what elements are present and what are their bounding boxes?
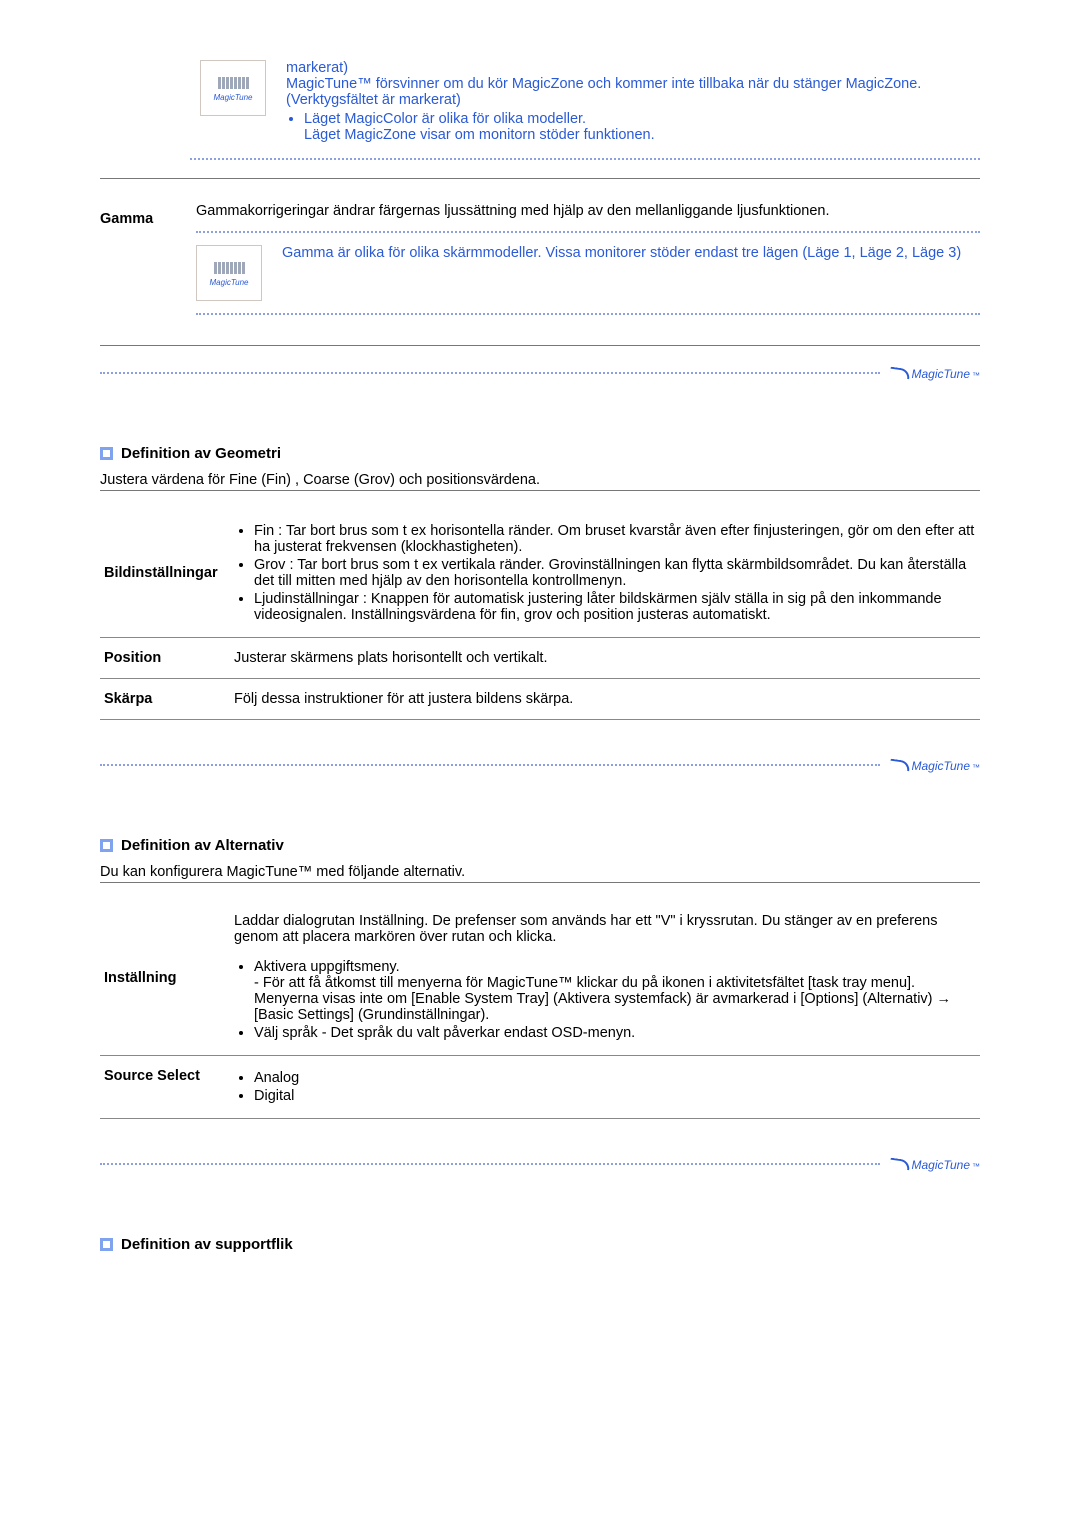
alternativ-intro: Du kan konfigurera MagicTune™ med följan… [100,864,980,880]
magiczone-note-text: MagicTune™ försvinner om du kör MagicZon… [286,76,980,108]
term-skarpa: Skärpa [100,679,230,720]
list-item: Grov : Tar bort brus som t ex vertikala … [254,557,976,589]
support-title: Definition av supportflik [121,1236,293,1253]
swoosh-icon [890,756,910,770]
brand-name: MagicTune [912,759,970,773]
brand-tm: ™ [972,1162,980,1171]
geometry-intro: Justera värdena för Fine (Fin) , Coarse … [100,472,980,488]
gamma-note: Gamma är olika för olika skärmmodeller. … [282,245,980,301]
divider-solid [100,178,980,179]
swoosh-icon [890,364,910,378]
list-item: Analog [254,1070,976,1086]
brand-name: MagicTune [912,367,970,381]
tip-icon-label: MagicTune [210,278,249,287]
brand-name: MagicTune [912,1158,970,1172]
magictune-badge-icon: MagicTune [200,60,266,116]
magictune-badge-icon: MagicTune [196,245,262,301]
divider-solid [100,345,980,346]
list-item: Ljudinställningar : Knappen för automati… [254,591,976,623]
section-bullet-icon [100,839,113,852]
gamma-label: Gamma [100,203,170,327]
list-item: Välj språk - Det språk du valt påverkar … [254,1025,976,1041]
magiczone-notes: markerat) MagicTune™ försvinner om du kö… [286,60,980,146]
list-item: Digital [254,1088,976,1104]
desc-skarpa: Följ dessa instruktioner för att justera… [230,679,980,720]
swoosh-icon [890,1155,910,1169]
desc-installning: Laddar dialogrutan Inställning. De prefe… [230,901,980,1056]
brand-footer-row: MagicTune™ [100,364,980,381]
magiczone-note-tail: markerat) [286,60,980,76]
brand-footer-row: MagicTune™ [100,1155,980,1172]
divider-solid [100,882,980,883]
divider-solid [100,490,980,491]
magictune-logo: MagicTune™ [890,756,980,773]
desc-bildinstallningar: Fin : Tar bort brus som t ex horisontell… [230,509,980,638]
table-row: Skärpa Följ dessa instruktioner för att … [100,679,980,720]
alternativ-title: Definition av Alternativ [121,837,284,854]
gamma-intro: Gammakorrigeringar ändrar färgernas ljus… [196,203,980,219]
table-row: Position Justerar skärmens plats horison… [100,638,980,679]
magiczone-bullet: Läget MagicColor är olika för olika mode… [304,111,586,127]
divider-dotted [196,313,980,315]
table-row: Source Select Analog Digital [100,1056,980,1119]
brand-footer-row: MagicTune™ [100,756,980,773]
divider-dotted [196,231,980,233]
brand-tm: ™ [972,763,980,772]
magictune-logo: MagicTune™ [890,364,980,381]
magiczone-bullet-sub: Läget MagicZone visar om monitorn stöder… [304,127,980,143]
term-position: Position [100,638,230,679]
list-item: Fin : Tar bort brus som t ex horisontell… [254,523,976,555]
geometry-title: Definition av Geometri [121,445,281,462]
section-bullet-icon [100,447,113,460]
term-installning: Inställning [100,901,230,1056]
geometry-table: Bildinställningar Fin : Tar bort brus so… [100,509,980,720]
magictune-logo: MagicTune™ [890,1155,980,1172]
term-bildinstallningar: Bildinställningar [100,509,230,638]
alternativ-table: Inställning Laddar dialogrutan Inställni… [100,901,980,1119]
section-title-alternativ: Definition av Alternativ [100,837,980,854]
table-row: Inställning Laddar dialogrutan Inställni… [100,901,980,1056]
section-title-geometry: Definition av Geometri [100,445,980,462]
table-row: Bildinställningar Fin : Tar bort brus so… [100,509,980,638]
gamma-section: Gamma Gammakorrigeringar ändrar färgerna… [100,203,980,327]
desc-position: Justerar skärmens plats horisontellt och… [230,638,980,679]
brand-tm: ™ [972,371,980,380]
section-title-support: Definition av supportflik [100,1236,980,1253]
magiczone-bullets: Läget MagicColor är olika för olika mode… [304,111,980,143]
list-item: Aktivera uppgiftsmeny. - För att få åtko… [254,959,976,1023]
installning-lead: Laddar dialogrutan Inställning. De prefe… [234,913,976,945]
section-bullet-icon [100,1238,113,1251]
divider-dotted [190,158,980,160]
term-source-select: Source Select [100,1056,230,1119]
tip-icon-label: MagicTune [214,93,253,102]
desc-source-select: Analog Digital [230,1056,980,1119]
